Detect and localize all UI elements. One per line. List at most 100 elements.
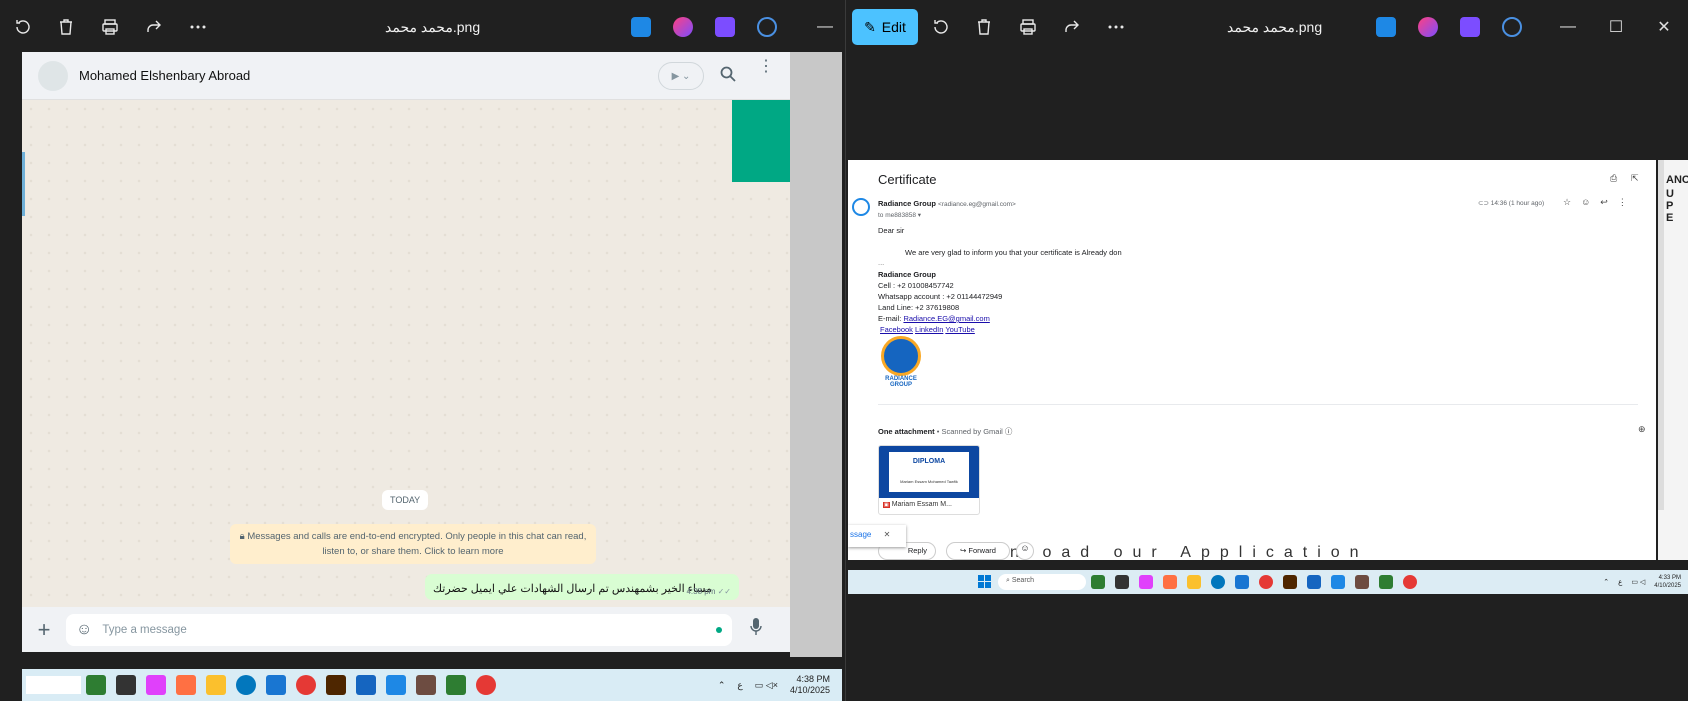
clock-time: 4:33 PM	[1658, 575, 1681, 581]
close-button[interactable]: ✕	[1640, 0, 1688, 54]
share-button[interactable]	[1050, 5, 1094, 49]
chrome-icon[interactable]	[296, 675, 316, 695]
taskview-icon[interactable]	[1115, 575, 1129, 589]
network-icon[interactable]: ▭ ◁×	[755, 680, 778, 691]
copilot-icon[interactable]	[146, 675, 166, 695]
onedrive-icon[interactable]	[1502, 17, 1522, 37]
minimize-button[interactable]: —	[1544, 0, 1592, 54]
word-icon[interactable]	[1307, 575, 1321, 589]
copilot-icon[interactable]	[1418, 17, 1438, 37]
emoji-reaction-button[interactable]: ☺	[1016, 542, 1034, 560]
clock[interactable]: 4:38 PM 4/10/2025	[790, 674, 830, 696]
lang-indicator[interactable]: ع	[1618, 578, 1622, 586]
maximize-button[interactable]: ☐	[1592, 0, 1640, 54]
print-icon[interactable]: ⎙	[1610, 173, 1617, 184]
widget-icon[interactable]	[86, 675, 106, 695]
emoji-icon[interactable]: ☺	[1581, 197, 1590, 208]
clipchamp-icon[interactable]	[1460, 17, 1480, 37]
photos-icon[interactable]	[1355, 575, 1369, 589]
more-button[interactable]	[1094, 5, 1138, 49]
illustrator-icon[interactable]	[1283, 575, 1297, 589]
more-icon[interactable]: ⋮	[1618, 197, 1627, 208]
delete-button[interactable]	[962, 5, 1006, 49]
chat-header: Mohamed Elshenbary Abroad ▶ ⌄ ⋮	[22, 52, 790, 100]
emoji-icon[interactable]: ☺	[76, 621, 92, 639]
linkedin-link[interactable]: LinkedIn	[915, 325, 943, 334]
network-icon[interactable]: ▭ ◁	[1631, 578, 1645, 586]
explorer-icon[interactable]	[1187, 575, 1201, 589]
word-icon[interactable]	[356, 675, 376, 695]
taskview-icon[interactable]	[116, 675, 136, 695]
more-button[interactable]	[176, 5, 220, 49]
paint-icon[interactable]	[386, 675, 406, 695]
plus-icon[interactable]: +	[22, 617, 66, 643]
paint-icon[interactable]	[631, 17, 651, 37]
sig-email-link[interactable]: Radiance.EG@gmail.com	[903, 314, 989, 323]
chrome-icon-2[interactable]	[1403, 575, 1417, 589]
search-icon[interactable]	[720, 66, 736, 87]
open-new-window-icon[interactable]: ⇱	[1631, 173, 1639, 184]
facebook-link[interactable]: Facebook	[880, 325, 913, 334]
illustrator-icon[interactable]	[326, 675, 346, 695]
share-button[interactable]	[132, 5, 176, 49]
excel-icon[interactable]	[446, 675, 466, 695]
delete-button[interactable]	[44, 5, 88, 49]
clock[interactable]: 4:33 PM 4/10/2025	[1654, 574, 1681, 590]
chrome-icon-2[interactable]	[476, 675, 496, 695]
app-icons	[1365, 17, 1533, 37]
paint-icon[interactable]	[1376, 17, 1396, 37]
rotate-button[interactable]	[0, 5, 44, 49]
print-button[interactable]	[88, 5, 132, 49]
chevron-up-icon[interactable]: ⌃	[1603, 578, 1609, 586]
chevron-up-icon[interactable]: ⌃	[718, 680, 726, 691]
print-button[interactable]	[1006, 5, 1050, 49]
notepad-icon[interactable]	[266, 675, 286, 695]
scrollbar[interactable]	[1658, 160, 1664, 510]
edge-icon[interactable]	[236, 675, 256, 695]
edge-icon[interactable]	[1211, 575, 1225, 589]
photos-window-left: محمد محمد.png — Mohamed Elshenbary Abroa…	[0, 0, 845, 701]
message-input[interactable]: ☺ Type a message	[66, 613, 732, 646]
copilot-icon[interactable]	[673, 17, 693, 37]
mic-icon[interactable]	[732, 618, 780, 641]
copilot-icon[interactable]	[1139, 575, 1153, 589]
reply-icon[interactable]: ↩	[1600, 197, 1608, 208]
onedrive-icon[interactable]	[757, 17, 777, 37]
explorer-icon[interactable]	[206, 675, 226, 695]
trimmed-ellipsis[interactable]: ...	[878, 258, 884, 267]
clock-time: 4:38 PM	[796, 674, 830, 684]
photos-icon[interactable]	[416, 675, 436, 695]
add-to-drive-icon[interactable]: ⊕	[1638, 424, 1646, 435]
excel-icon[interactable]	[1379, 575, 1393, 589]
input-placeholder: Type a message	[102, 623, 187, 636]
snip-icon[interactable]	[176, 675, 196, 695]
sender-name[interactable]: Radiance Group	[878, 199, 936, 208]
notepad-icon[interactable]	[1235, 575, 1249, 589]
contact-name[interactable]: Mohamed Elshenbary Abroad	[79, 68, 250, 83]
forward-button[interactable]: ↪ Forward	[946, 542, 1010, 560]
attachment-card[interactable]: DIPLOMA Mariam Essam Mohamed Tawfik ▣ Ma…	[878, 445, 980, 515]
lang-indicator[interactable]: ع	[737, 680, 742, 691]
edit-button[interactable]: ✎ Edit	[852, 9, 918, 45]
menu-icon[interactable]: ⋮	[758, 59, 774, 75]
outgoing-message[interactable]: مساء الخير بشمهندس تم ارسال الشهادات علي…	[425, 574, 739, 600]
youtube-link[interactable]: YouTube	[945, 325, 974, 334]
taskbar-search[interactable]	[26, 676, 81, 694]
taskbar-search[interactable]: ⌕ Search	[998, 574, 1086, 590]
chrome-icon[interactable]	[1259, 575, 1273, 589]
rotate-button[interactable]	[918, 5, 962, 49]
minimize-button[interactable]: —	[801, 0, 845, 54]
paint-icon[interactable]	[1331, 575, 1345, 589]
recipient[interactable]: to me883858 ▾	[878, 211, 921, 219]
video-call-icon[interactable]: ▶ ⌄	[658, 62, 704, 90]
start-icon[interactable]	[978, 575, 998, 589]
star-icon[interactable]: ☆	[1563, 197, 1571, 208]
widget-icon[interactable]	[1091, 575, 1105, 589]
clock-date: 4/10/2025	[1654, 583, 1681, 589]
encryption-notice[interactable]: 🔒︎ Messages and calls are end-to-end enc…	[230, 524, 596, 564]
sender-avatar[interactable]	[852, 198, 870, 216]
snip-icon[interactable]	[1163, 575, 1177, 589]
clipchamp-icon[interactable]	[715, 17, 735, 37]
snackbar-close-icon[interactable]: ✕	[884, 530, 891, 539]
avatar[interactable]	[38, 60, 68, 91]
